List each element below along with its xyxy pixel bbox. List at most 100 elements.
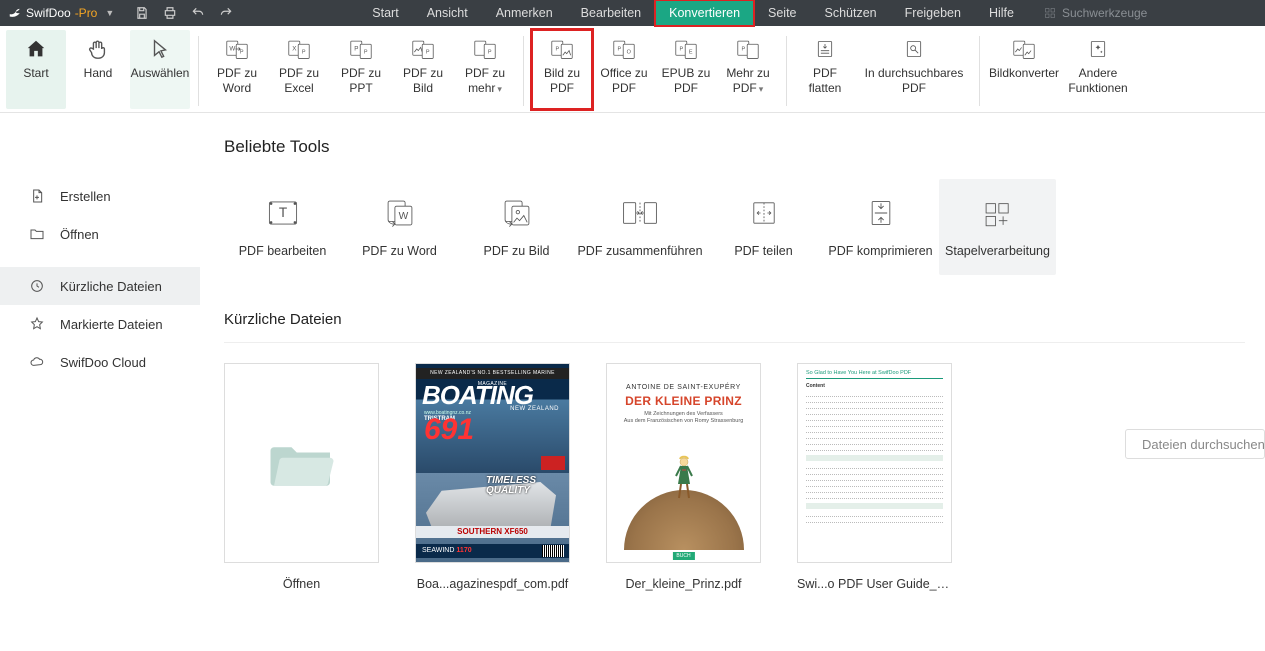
chevron-down-icon[interactable]: ▼ [105,8,114,18]
tool-merge-pdf[interactable]: PDF zusammenführen [575,179,705,275]
menu-start[interactable]: Start [358,0,412,26]
menu-share[interactable]: Freigeben [891,0,975,26]
open-folder-label: Öffnen [224,577,379,591]
ribbon-to-image-label: PDF zu Bild [393,66,453,96]
menu-view[interactable]: Ansicht [413,0,482,26]
svg-text:P: P [240,50,244,56]
open-folder-thumb [224,363,379,563]
tool-label: PDF teilen [734,244,792,258]
epub-to-pdf-icon: PE [675,36,697,62]
ribbon-pdf-to-image-button[interactable]: P PDF zu Bild [393,30,453,109]
ribbon-image-converter-button[interactable]: Bildkonverter [988,30,1060,109]
main-area: Erstellen Öffnen Kürzliche Dateien Marki… [0,113,1265,651]
menu-annotate[interactable]: Anmerken [482,0,567,26]
separator [198,36,199,106]
convert-more-icon: P [474,36,496,62]
tool-label: PDF zu Bild [484,244,550,258]
app-logo[interactable]: SwifDoo -Pro ▼ [0,6,122,20]
clock-icon [28,278,46,294]
menu-edit[interactable]: Bearbeiten [567,0,655,26]
recent-file-card[interactable]: ANTOINE DE SAINT-EXUPÉRY DER KLEINE PRIN… [606,363,761,591]
word-icon: WP [226,36,248,62]
ribbon: Start Hand Auswählen WP PDF zu Word XP P… [0,26,1265,113]
ribbon-epub-label: EPUB zu PDF [656,66,716,96]
recent-file-card[interactable]: NEW ZEALAND'S NO.1 BESTSELLING MARINE MA… [415,363,570,591]
cursor-icon [149,36,171,62]
search-tools[interactable]: Suchwerkzeuge [1044,6,1147,20]
svg-text:P: P [617,47,621,53]
sidebar-marked-label: Markierte Dateien [60,317,163,332]
prince-figure-icon [669,454,699,504]
sidebar-item-open[interactable]: Öffnen [0,215,200,253]
ribbon-office-to-pdf-button[interactable]: PO Office zu PDF [594,30,654,109]
menu-convert[interactable]: Konvertieren [655,0,754,26]
print-icon[interactable] [158,2,182,24]
sidebar-item-recent[interactable]: Kürzliche Dateien [0,267,200,305]
ribbon-flatten-button[interactable]: PDF flatten [795,30,855,109]
file-search-placeholder: Dateien durchsuchen [1142,437,1265,452]
ribbon-more-to-pdf-button[interactable]: P Mehr zu PDF▾ [718,30,778,109]
folder-open-icon [267,435,337,491]
svg-text:P: P [354,46,358,53]
excel-icon: XP [288,36,310,62]
svg-text:P: P [426,50,430,56]
image-to-pdf-icon: P [551,36,573,62]
tool-split-pdf[interactable]: PDF teilen [705,179,822,275]
tool-batch-processing[interactable]: Stapelverarbeitung [939,179,1056,275]
open-folder-card[interactable]: Öffnen [224,363,379,591]
save-icon[interactable] [130,2,154,24]
ribbon-pdf-to-excel-button[interactable]: XP PDF zu Excel [269,30,329,109]
ribbon-pdf-to-more-button[interactable]: P PDF zu mehr▾ [455,30,515,109]
file-name-label: Der_kleine_Prinz.pdf [606,577,761,591]
tool-edit-pdf[interactable]: T PDF bearbeiten [224,179,341,275]
redo-icon[interactable] [214,2,238,24]
cloud-icon [28,354,46,370]
tool-label: PDF komprimieren [828,244,932,258]
tool-label: PDF zusammenführen [577,244,702,258]
ocr-icon [904,36,924,62]
menu-help[interactable]: Hilfe [975,0,1028,26]
tool-pdf-to-image[interactable]: PDF zu Bild [458,179,575,275]
menu-page[interactable]: Seite [754,0,811,26]
recent-file-card[interactable]: So Glad to Have You Here at SwifDoo PDF … [797,363,952,591]
ribbon-pdf-to-ppt-button[interactable]: PP PDF zu PPT [331,30,391,109]
ribbon-searchable-label: In durchsuchbares PDF [857,66,971,96]
separator [979,36,980,106]
ribbon-pdf-to-word-button[interactable]: WP PDF zu Word [207,30,267,109]
svg-text:T: T [278,205,286,220]
compress-icon [866,196,896,230]
main-menu: Start Ansicht Anmerken Bearbeiten Konver… [358,0,1028,26]
brand-name: SwifDoo [26,6,71,20]
divider [224,342,1245,343]
split-icon [747,196,781,230]
tool-label: PDF bearbeiten [239,244,327,258]
ribbon-searchable-button[interactable]: In durchsuchbares PDF [857,30,971,109]
sidebar-item-create[interactable]: Erstellen [0,177,200,215]
search-tools-placeholder: Suchwerkzeuge [1062,6,1147,20]
more-to-pdf-icon: P [737,36,759,62]
menu-protect[interactable]: Schützen [811,0,891,26]
word-convert-icon: W [383,196,417,230]
tool-label: PDF zu Word [362,244,437,258]
brand-suffix: -Pro [75,6,98,20]
sidebar-item-marked[interactable]: Markierte Dateien [0,305,200,343]
ribbon-image-to-pdf-button[interactable]: P Bild zu PDF [532,30,592,109]
ribbon-select-button[interactable]: Auswählen [130,30,190,109]
bird-icon [8,6,22,20]
tool-pdf-to-word[interactable]: W PDF zu Word [341,179,458,275]
ribbon-home-button[interactable]: Start [6,30,66,109]
ribbon-epub-to-pdf-button[interactable]: PE EPUB zu PDF [656,30,716,109]
tool-compress-pdf[interactable]: PDF komprimieren [822,179,939,275]
ribbon-other-functions-button[interactable]: Andere Funktionen [1062,30,1134,109]
merge-icon [621,196,659,230]
image-convert-icon [500,196,534,230]
ribbon-to-excel-label: PDF zu Excel [269,66,329,96]
file-name-label: Swi...o PDF User Guide_L.pdf [797,577,952,591]
ribbon-hand-button[interactable]: Hand [68,30,128,109]
chevron-down-icon: ▾ [759,84,764,95]
undo-icon[interactable] [186,2,210,24]
file-search-input[interactable]: Dateien durchsuchen [1125,429,1265,459]
sidebar-item-cloud[interactable]: SwifDoo Cloud [0,343,200,381]
svg-text:P: P [555,47,559,53]
grid-icon [1044,7,1056,19]
